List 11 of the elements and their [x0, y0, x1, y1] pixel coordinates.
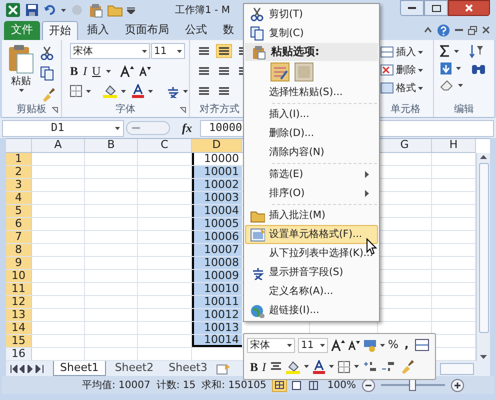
status-sum: 求和: 150105 — [202, 378, 266, 392]
window-title: 工作簿1 - M — [175, 4, 230, 18]
status-average: 平均值: 10007 — [82, 378, 150, 392]
group-label: 对齐方式 — [200, 102, 240, 117]
group-label: 字体 — [116, 102, 136, 117]
menu-header: 粘贴选项: — [271, 44, 320, 60]
group-label: 编辑 — [454, 102, 474, 117]
status-count: 计数: 15 — [156, 378, 196, 392]
group-label: 剪贴板 — [16, 102, 46, 117]
group-label: 单元格 — [390, 102, 420, 117]
zoom-level: 100% — [327, 378, 356, 392]
